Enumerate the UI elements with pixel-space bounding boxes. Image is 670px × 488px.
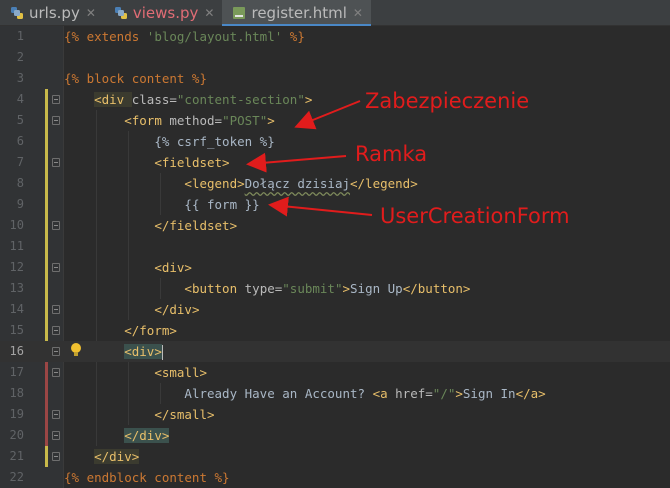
annotation-usercreationform: UserCreationForm <box>380 204 570 228</box>
tab-label: views.py <box>132 4 199 22</box>
python-file-icon <box>114 7 127 19</box>
tab-label: urls.py <box>29 4 80 22</box>
tab-label: register.html <box>251 4 347 22</box>
annotation-zabezpieczenie: Zabezpieczenie <box>365 89 530 113</box>
close-icon[interactable]: ✕ <box>86 6 96 20</box>
html-file-icon <box>233 7 246 19</box>
close-icon[interactable]: ✕ <box>204 6 214 20</box>
close-icon[interactable]: ✕ <box>353 6 363 20</box>
annotation-arrows <box>246 100 373 217</box>
tab-views-py[interactable]: views.py ✕ <box>104 0 223 26</box>
python-file-icon <box>11 7 23 19</box>
arrow-usercreationform <box>268 196 373 217</box>
annotation-ramka: Ramka <box>355 142 428 166</box>
code-editor[interactable]: 1 {% extends 'blog/layout.html' %} 2 3 {… <box>0 26 670 488</box>
tab-register-html[interactable]: register.html ✕ <box>222 0 372 27</box>
arrow-zabezpieczenie <box>294 100 361 130</box>
tab-urls-py[interactable]: urls.py ✕ <box>0 0 104 26</box>
arrow-ramka <box>246 152 347 173</box>
editor-tab-bar: urls.py ✕ views.py ✕ register.html ✕ <box>0 0 670 27</box>
